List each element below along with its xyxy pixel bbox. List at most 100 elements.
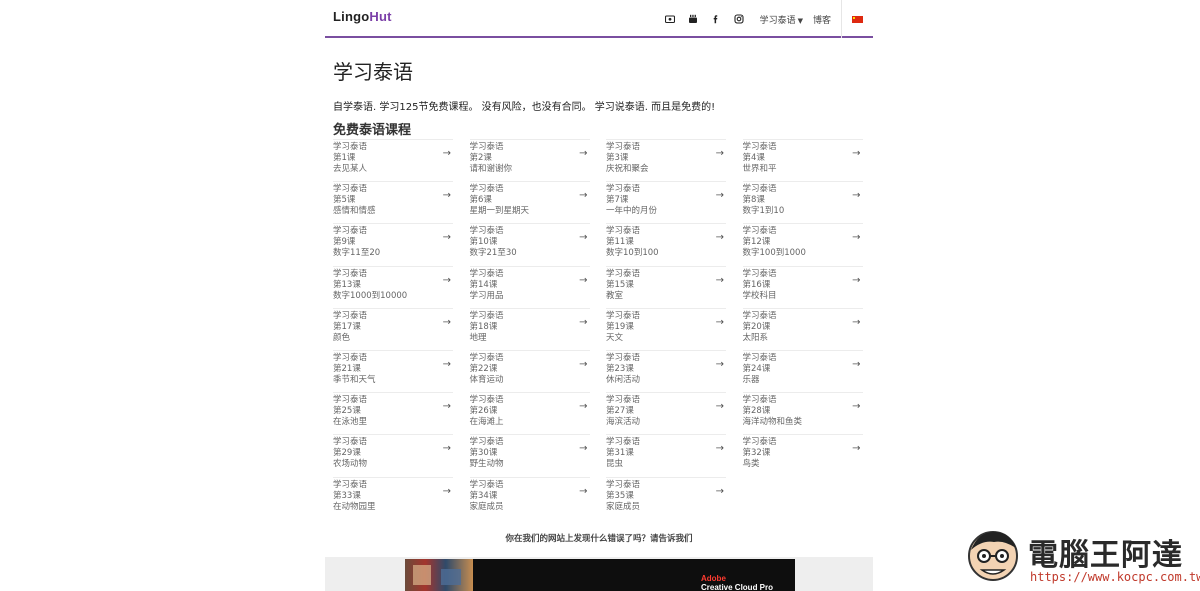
lesson-card[interactable]: 学习泰语 第9课 数字11至20 →: [333, 223, 453, 265]
lesson-number: 第9课: [333, 237, 356, 248]
site-logo[interactable]: LingoHut: [333, 9, 392, 24]
lesson-card[interactable]: 学习泰语 第26课 在海滩上 →: [469, 392, 590, 434]
arrow-right-icon: →: [579, 190, 588, 202]
lesson-course: 学习泰语: [742, 226, 777, 237]
lesson-course: 学习泰语: [469, 142, 504, 152]
page-title: 学习泰语: [333, 60, 413, 84]
arrow-right-icon: →: [442, 232, 451, 244]
lesson-topic: 感情和情感: [333, 206, 376, 217]
blog-link[interactable]: 博客: [813, 13, 831, 26]
lesson-card[interactable]: 学习泰语 第1课 去见某人 →: [333, 139, 453, 181]
intro-text: 自学泰语. 学习125节免费课程。 没有风险，也没有合同。 学习说泰语. 而且是…: [333, 102, 716, 113]
arrow-right-icon: →: [852, 190, 861, 202]
lesson-topic: 体育运动: [469, 374, 504, 385]
lesson-card[interactable]: 学习泰语 第15课 教室 →: [606, 265, 726, 308]
lesson-card[interactable]: 学习泰语 第7课 一年中的月份 →: [606, 181, 726, 223]
arrow-right-icon: →: [715, 485, 724, 497]
lesson-card[interactable]: 学习泰语 第2课 请和谢谢你 →: [469, 139, 590, 181]
lesson-card[interactable]: 学习泰语 第10课 数字21至30 →: [469, 223, 590, 265]
lesson-course: 学习泰语: [606, 184, 641, 195]
video-icon[interactable]: [659, 11, 681, 27]
lesson-card[interactable]: 学习泰语 第33课 在动物园里 →: [333, 476, 453, 519]
lesson-card[interactable]: 学习泰语 第4课 世界和平 →: [742, 139, 863, 181]
lesson-course: 学习泰语: [333, 395, 368, 406]
youtube-icon[interactable]: [682, 11, 704, 27]
lesson-number: 第29课: [333, 448, 361, 459]
lesson-course: 学习泰语: [742, 142, 777, 152]
ad-brand: Adobe: [701, 574, 726, 583]
lesson-number: 第8课: [742, 195, 765, 206]
lesson-card[interactable]: 学习泰语 第34课 家庭成员 →: [469, 476, 590, 519]
advertisement-banner[interactable]: Adobe Creative Cloud Pro: [405, 559, 795, 591]
lesson-card[interactable]: 学习泰语 第17课 颜色 →: [333, 307, 453, 350]
lesson-number: 第5课: [333, 195, 356, 206]
lesson-card[interactable]: 学习泰语 第18课 地理 →: [469, 307, 590, 350]
arrow-right-icon: →: [442, 358, 451, 370]
lesson-course: 学习泰语: [469, 437, 504, 448]
lesson-card[interactable]: 学习泰语 第11课 数字10到100 →: [606, 223, 726, 265]
lesson-topic: 在动物园里: [333, 501, 376, 512]
lesson-topic: 数字10到100: [606, 248, 659, 259]
lesson-topic: 家庭成员: [606, 501, 641, 512]
lesson-card[interactable]: 学习泰语 第31课 昆虫 →: [606, 434, 726, 476]
arrow-right-icon: →: [579, 485, 588, 497]
lesson-topic: 数字1000到10000: [333, 290, 408, 301]
lesson-course: 学习泰语: [606, 310, 641, 321]
lesson-card[interactable]: 学习泰语 第3课 庆祝和聚会 →: [606, 139, 726, 181]
nav-divider: [841, 0, 842, 38]
arrow-right-icon: →: [852, 232, 861, 244]
lesson-card[interactable]: 学习泰语 第30课 野生动物 →: [469, 434, 590, 476]
lesson-number: 第2课: [469, 153, 492, 163]
arrow-right-icon: →: [442, 274, 451, 286]
lesson-number: 第21课: [333, 363, 361, 374]
language-menu[interactable]: 学习泰语 ▼: [760, 13, 803, 26]
facebook-icon[interactable]: [705, 11, 727, 27]
lesson-card[interactable]: 学习泰语 第25课 在泳池里 →: [333, 392, 453, 434]
arrow-right-icon: →: [442, 148, 451, 159]
lesson-topic: 数字21至30: [469, 248, 517, 259]
lesson-card[interactable]: 学习泰语 第24课 乐器 →: [742, 349, 863, 392]
lesson-number: 第10课: [469, 237, 498, 248]
lesson-course: 学习泰语: [606, 395, 641, 406]
lesson-course: 学习泰语: [469, 395, 504, 406]
lesson-card[interactable]: 学习泰语 第32课 鸟类 →: [742, 434, 863, 476]
lesson-card[interactable]: 学习泰语 第28课 海洋动物和鱼类 →: [742, 392, 863, 434]
lesson-topic: 请和谢谢你: [469, 164, 513, 174]
china-flag-icon[interactable]: [852, 15, 863, 23]
lesson-number: 第31课: [606, 448, 634, 459]
lesson-number: 第28课: [742, 406, 771, 417]
lesson-number: 第6课: [469, 195, 492, 206]
lesson-card[interactable]: 学习泰语 第8课 数字1到10 →: [742, 181, 863, 223]
lesson-course: 学习泰语: [742, 352, 777, 363]
lesson-course: 学习泰语: [742, 310, 777, 321]
lesson-card[interactable]: 学习泰语 第27课 海滨活动 →: [606, 392, 726, 434]
arrow-right-icon: →: [715, 190, 724, 202]
lesson-number: 第35课: [606, 490, 634, 501]
lesson-card[interactable]: 学习泰语 第5课 感情和情感 →: [333, 181, 453, 223]
lesson-card[interactable]: 学习泰语 第35课 家庭成员 →: [606, 476, 726, 519]
lesson-course: 学习泰语: [606, 142, 641, 152]
lesson-card[interactable]: 学习泰语 第13课 数字1000到10000 →: [333, 265, 453, 308]
lesson-topic: 在海滩上: [469, 417, 504, 428]
lesson-card[interactable]: 学习泰语 第12课 数字100到1000 →: [742, 223, 863, 265]
lesson-topic: 庆祝和聚会: [606, 164, 649, 174]
lesson-card[interactable]: 学习泰语 第19课 天文 →: [606, 307, 726, 350]
lesson-course: 学习泰语: [333, 437, 368, 448]
lesson-card[interactable]: 学习泰语 第14课 学习用品 →: [469, 265, 590, 308]
report-error-link[interactable]: 你在我们的网站上发现什么错误了吗？请告诉我们: [325, 532, 873, 544]
lesson-topic: 学校科目: [742, 290, 777, 301]
instagram-icon[interactable]: [728, 11, 750, 27]
lesson-card[interactable]: 学习泰语 第22课 体育运动 →: [469, 349, 590, 392]
lesson-course: 学习泰语: [742, 268, 777, 279]
lesson-card[interactable]: 学习泰语 第23课 休闲活动 →: [606, 349, 726, 392]
lesson-card[interactable]: 学习泰语 第20课 太阳系 →: [742, 307, 863, 350]
lesson-card[interactable]: 学习泰语 第21课 季节和天气 →: [333, 349, 453, 392]
arrow-right-icon: →: [579, 401, 588, 413]
lesson-card[interactable]: 学习泰语 第16课 学校科目 →: [742, 265, 863, 308]
arrow-right-icon: →: [852, 274, 861, 286]
lesson-card[interactable]: 学习泰语 第29课 农场动物 →: [333, 434, 453, 476]
lesson-number: 第17课: [333, 321, 361, 332]
arrow-right-icon: →: [715, 274, 724, 286]
lesson-number: 第23课: [606, 363, 634, 374]
lesson-card[interactable]: 学习泰语 第6课 星期一到星期天 →: [469, 181, 590, 223]
